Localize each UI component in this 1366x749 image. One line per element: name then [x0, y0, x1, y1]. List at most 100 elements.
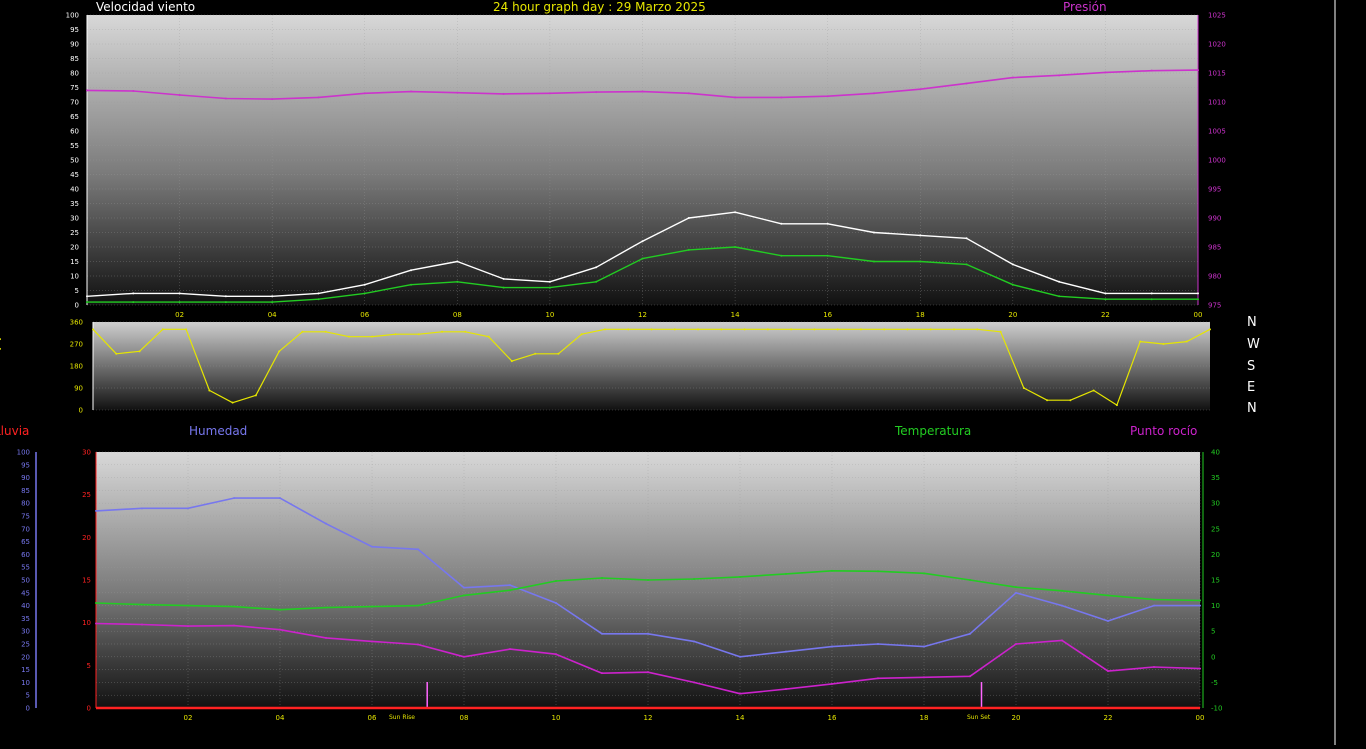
compass-label-n2: N	[1247, 401, 1257, 416]
climate-x-tick-label: 20	[1012, 714, 1021, 722]
wind-data-point	[86, 301, 88, 304]
wind-data-point	[363, 283, 366, 286]
humidity-data-point	[279, 497, 281, 500]
pressure-y-tick-label: 1010	[1208, 99, 1226, 107]
humidity-data-point	[141, 507, 143, 510]
humidity-data-point	[325, 522, 327, 525]
wind-direction-point	[92, 328, 94, 331]
compass-label-s: S	[1247, 359, 1256, 374]
direction-y-tick-label: 180	[70, 363, 83, 371]
wind-direction-point	[813, 328, 816, 331]
temperature-data-point	[601, 576, 603, 579]
temperature-data-point	[923, 572, 925, 575]
humidity-y-tick-label: 90	[21, 474, 30, 482]
wind-direction-point	[603, 328, 606, 331]
temperature-y-tick-label: 30	[1211, 500, 1220, 508]
wind-y-tick-label: 65	[70, 113, 79, 121]
humidity-y-tick-label: 55	[21, 564, 30, 572]
pressure-data-point	[1150, 69, 1153, 72]
temperature-data-point	[555, 580, 557, 583]
pressure-data-point	[826, 95, 829, 98]
weather-graph: 0 5 10 15 20 25 30 35 40 45 50 55 60 65 70 75 80 85 90 95 10…	[0, 0, 1366, 745]
wind-direction-point	[1115, 404, 1118, 407]
pressure-y-tick-label: 985	[1208, 244, 1221, 252]
direction-y-tick-label: 90	[74, 385, 83, 393]
temperature-y-tick-label: -10	[1211, 705, 1222, 713]
pressure-data-point	[687, 92, 690, 95]
wind-data-point	[641, 257, 644, 260]
pressure-data-point	[1104, 71, 1107, 74]
wind-data-point	[1197, 292, 1199, 295]
humidity-data-point	[371, 545, 373, 548]
humidity-y-tick-label: 20	[21, 653, 30, 661]
temperature-data-point	[739, 575, 741, 578]
wind-data-point	[178, 292, 181, 295]
rain-label: Lluvia	[0, 424, 30, 438]
temperature-data-point	[509, 589, 511, 592]
climate-x-tick-label: 22	[1104, 714, 1113, 722]
pressure-data-point	[86, 89, 88, 92]
wind-y-tick-label: 95	[70, 26, 79, 34]
compass-label-e: E	[1247, 380, 1256, 395]
humidity-data-point	[877, 643, 879, 645]
climate-x-tick-label: 08	[460, 714, 469, 722]
wind-direction-point	[766, 328, 769, 331]
humidity-data-point	[693, 640, 695, 643]
temperature-data-point	[279, 608, 281, 611]
humidity-y-tick-label: 85	[21, 487, 30, 495]
wind-direction-point	[441, 330, 444, 333]
compass-label-n: N	[1247, 315, 1257, 330]
wind-direction-point	[208, 389, 211, 392]
wind-x-tick-label: 00	[1194, 311, 1203, 319]
temperature-data-point	[1015, 586, 1017, 589]
wind-y-tick-label: 75	[70, 84, 79, 92]
wind-direction-point	[1209, 328, 1211, 331]
wind-direction-point	[697, 328, 700, 331]
dewpoint-data-point	[417, 643, 419, 646]
wind-direction-point	[1139, 340, 1142, 343]
temperature-data-point	[1153, 598, 1155, 601]
compass-label-w: W	[1247, 337, 1260, 352]
humidity-y-tick-label: 30	[21, 628, 30, 636]
wind-data-point	[132, 301, 135, 304]
temperature-data-point	[187, 604, 189, 607]
humidity-y-tick-label: 10	[21, 679, 30, 687]
dewpoint-label: Punto rocío	[1130, 424, 1198, 438]
pressure-data-point	[919, 88, 922, 91]
pressure-y-tick-label: 1020	[1208, 41, 1226, 49]
wind-y-tick-label: 60	[70, 128, 79, 136]
pressure-y-tick-label: 975	[1208, 302, 1221, 310]
climate-x-tick-label: 04	[276, 714, 285, 722]
pressure-data-point	[1197, 69, 1199, 72]
wind-direction-point	[510, 360, 513, 363]
wind-data-point	[1058, 280, 1061, 283]
humidity-data-point	[969, 632, 971, 635]
temperature-data-point	[1199, 599, 1201, 602]
wind-direction-point	[1092, 389, 1095, 392]
wind-direction-point	[0, 347, 1, 350]
humidity-y-tick-label: 5	[26, 692, 30, 700]
dewpoint-data-point	[601, 672, 603, 675]
humidity-label: Humedad	[189, 424, 248, 438]
wind-data-point	[687, 217, 690, 219]
chart-canvas: 0510152025303540455055606570758085909510…	[0, 0, 1336, 745]
wind-direction-point	[371, 335, 374, 338]
humidity-data-point	[647, 632, 649, 635]
temperature-data-point	[95, 602, 97, 605]
wind-data-point	[919, 234, 922, 237]
pressure-y-tick-label: 1015	[1208, 70, 1226, 78]
wind-data-point	[502, 277, 505, 280]
pressure-data-point	[872, 92, 875, 95]
sunset-label: Sun Set	[967, 714, 991, 721]
wind-direction-point	[673, 328, 676, 331]
wind-x-tick-label: 06	[360, 311, 369, 319]
temperature-data-point	[463, 594, 465, 597]
wind-direction-point	[650, 328, 653, 331]
wind-y-tick-label: 30	[70, 215, 79, 223]
wind-data-point	[965, 263, 968, 266]
wind-direction-point	[347, 335, 350, 338]
wind-direction-point	[743, 328, 746, 331]
wind-data-point	[456, 260, 459, 263]
wind-direction-point	[580, 333, 583, 336]
wind-y-tick-label: 35	[70, 200, 79, 208]
